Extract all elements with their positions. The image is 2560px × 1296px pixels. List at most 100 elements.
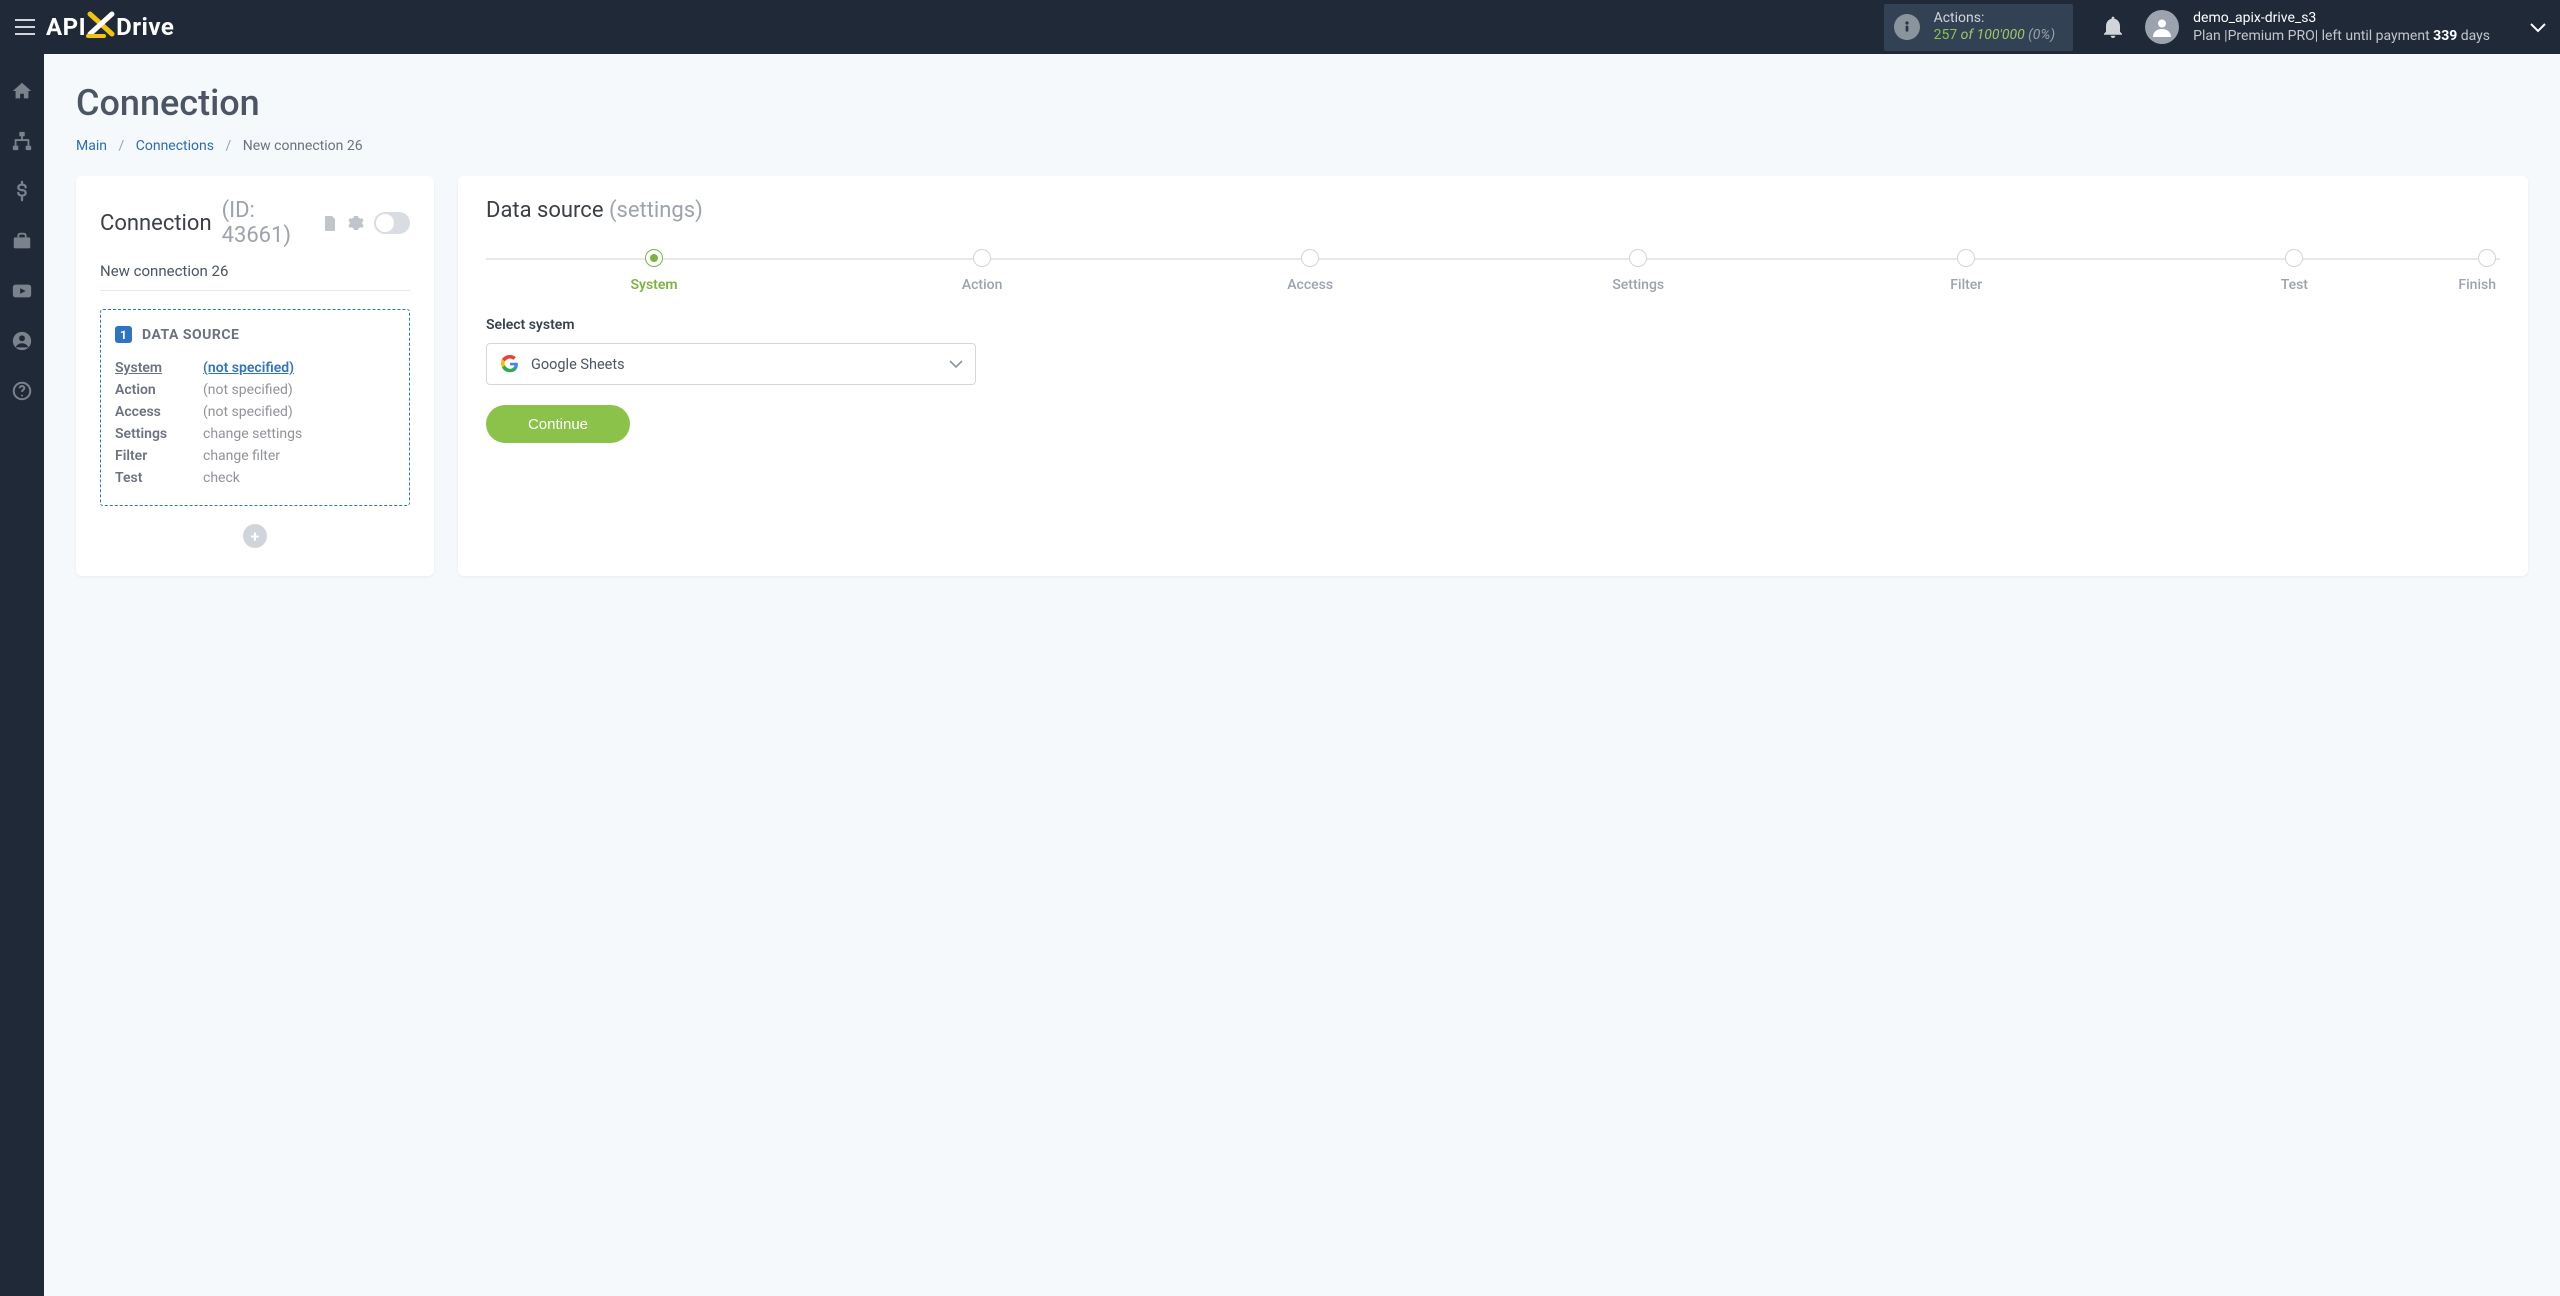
breadcrumb-main[interactable]: Main <box>76 138 107 154</box>
row-value: change settings <box>203 426 302 442</box>
data-source-settings-card: Data source (settings) System Action Acces… <box>458 176 2528 576</box>
wizard-step-label: Action <box>962 277 1003 293</box>
wizard-dot <box>1629 249 1647 267</box>
nav-briefcase[interactable] <box>0 228 44 254</box>
settings-gear-button[interactable] <box>348 215 364 231</box>
wizard-dot <box>2285 249 2303 267</box>
breadcrumb: Main / Connections / New connection 26 <box>76 138 2528 154</box>
user-menu-caret[interactable] <box>2530 18 2546 37</box>
wizard-step-action[interactable]: Action <box>818 249 1146 293</box>
data-source-row-test[interactable]: Testcheck <box>115 467 395 489</box>
select-system-label: Select system <box>486 317 2500 333</box>
chevron-down-icon <box>2530 23 2546 33</box>
gear-icon <box>348 215 364 231</box>
wizard-step-label: Access <box>1287 277 1333 293</box>
wizard-dot <box>973 249 991 267</box>
dollar-icon <box>11 180 33 202</box>
wizard-step-label: Filter <box>1950 277 1982 293</box>
user-circle-icon <box>11 330 33 352</box>
data-source-row-access[interactable]: Access(not specified) <box>115 401 395 423</box>
brand-x-icon <box>86 10 116 44</box>
row-value: (not specified) <box>203 382 293 398</box>
question-circle-icon <box>11 380 33 402</box>
select-system-dropdown[interactable]: Google Sheets <box>486 343 976 385</box>
nav-home[interactable] <box>0 78 44 104</box>
breadcrumb-current: New connection 26 <box>243 138 363 154</box>
nav-account[interactable] <box>0 328 44 354</box>
row-key: Filter <box>115 448 203 464</box>
data-source-row-filter[interactable]: Filterchange filter <box>115 445 395 467</box>
hamburger-icon <box>14 18 36 36</box>
wizard-step-filter[interactable]: Filter <box>1802 249 2130 293</box>
row-value: check <box>203 470 240 486</box>
continue-button[interactable]: Continue <box>486 405 630 443</box>
wizard-step-finish[interactable]: Finish <box>2458 249 2496 293</box>
actions-percent: (0%) <box>2025 27 2055 43</box>
nav-billing[interactable] <box>0 178 44 204</box>
connection-name: New connection 26 <box>100 248 410 291</box>
connection-card-title-row: Connection (ID: 43661) <box>100 198 410 248</box>
dropdown-caret <box>949 356 963 373</box>
step-number-badge: 1 <box>115 326 132 343</box>
nav-connections[interactable] <box>0 128 44 154</box>
data-source-row-action[interactable]: Action(not specified) <box>115 379 395 401</box>
row-key: Access <box>115 404 203 420</box>
wizard-step-label: Finish <box>2458 277 2496 293</box>
hamburger-button[interactable] <box>10 12 40 42</box>
row-key: Settings <box>115 426 203 442</box>
actions-of: of <box>1957 27 1976 43</box>
continue-button-label: Continue <box>528 416 588 433</box>
wizard-step-system[interactable]: System <box>490 249 818 293</box>
right-card-subtitle: (settings) <box>609 198 703 223</box>
brand-logo[interactable]: API Drive <box>46 10 174 44</box>
connection-card-title: Connection <box>100 211 212 236</box>
wizard-step-label: Test <box>2281 277 2308 293</box>
row-value: (not specified) <box>203 360 294 376</box>
wizard-dot <box>2478 249 2496 267</box>
data-source-row-settings[interactable]: Settingschange settings <box>115 423 395 445</box>
actions-counter-panel[interactable]: Actions: 257 of 100'000 (0%) <box>1884 4 2074 51</box>
add-step-button[interactable]: + <box>243 524 267 548</box>
user-menu[interactable]: demo_apix-drive_s3 Plan |Premium PRO| le… <box>2145 9 2546 45</box>
home-icon <box>11 80 33 102</box>
brand-text-right: Drive <box>116 13 174 41</box>
sitemap-icon <box>11 130 33 152</box>
left-nav-rail <box>0 54 44 1296</box>
chevron-down-icon <box>949 360 963 369</box>
wizard-steps: System Action Access Settings Filter Test Fini… <box>486 249 2500 293</box>
wizard-dot <box>1301 249 1319 267</box>
data-source-step-box: 1 DATA SOURCE System(not specified)Actio… <box>100 309 410 506</box>
right-card-title: Data source <box>486 198 604 223</box>
wizard-step-settings[interactable]: Settings <box>1474 249 1802 293</box>
step-title: DATA SOURCE <box>142 327 239 343</box>
top-bar: API Drive Actions: 257 of 100'000 (0%) <box>0 0 2560 54</box>
main-content: Connection Main / Connections / New conn… <box>44 54 2560 1296</box>
google-sheets-icon <box>501 355 519 373</box>
wizard-step-label: System <box>630 277 677 293</box>
connection-enable-toggle[interactable] <box>374 212 410 234</box>
info-icon <box>1894 14 1920 40</box>
actions-label: Actions: <box>1934 10 2056 28</box>
connection-summary-card: Connection (ID: 43661) New connection 26… <box>76 176 434 576</box>
user-name: demo_apix-drive_s3 <box>2193 9 2490 27</box>
data-source-row-system[interactable]: System(not specified) <box>115 357 395 379</box>
avatar-icon <box>2145 10 2179 44</box>
copy-id-button[interactable] <box>323 215 338 232</box>
row-key: System <box>115 360 203 376</box>
actions-count: 257 <box>1934 27 1958 43</box>
plan-days: 339 <box>2433 28 2457 44</box>
plan-days-suffix: days <box>2457 28 2490 44</box>
wizard-dot <box>1957 249 1975 267</box>
wizard-step-test[interactable]: Test <box>2130 249 2458 293</box>
selected-system-value: Google Sheets <box>531 356 625 373</box>
breadcrumb-connections[interactable]: Connections <box>136 138 214 154</box>
right-card-title-row: Data source (settings) <box>486 198 2500 223</box>
notifications-button[interactable] <box>2093 16 2133 38</box>
bell-icon <box>2103 16 2123 38</box>
nav-video[interactable] <box>0 278 44 304</box>
plan-prefix: Plan |Premium PRO| left until payment <box>2193 28 2433 44</box>
briefcase-icon <box>11 230 33 252</box>
youtube-icon <box>11 280 33 302</box>
nav-help[interactable] <box>0 378 44 404</box>
wizard-step-access[interactable]: Access <box>1146 249 1474 293</box>
